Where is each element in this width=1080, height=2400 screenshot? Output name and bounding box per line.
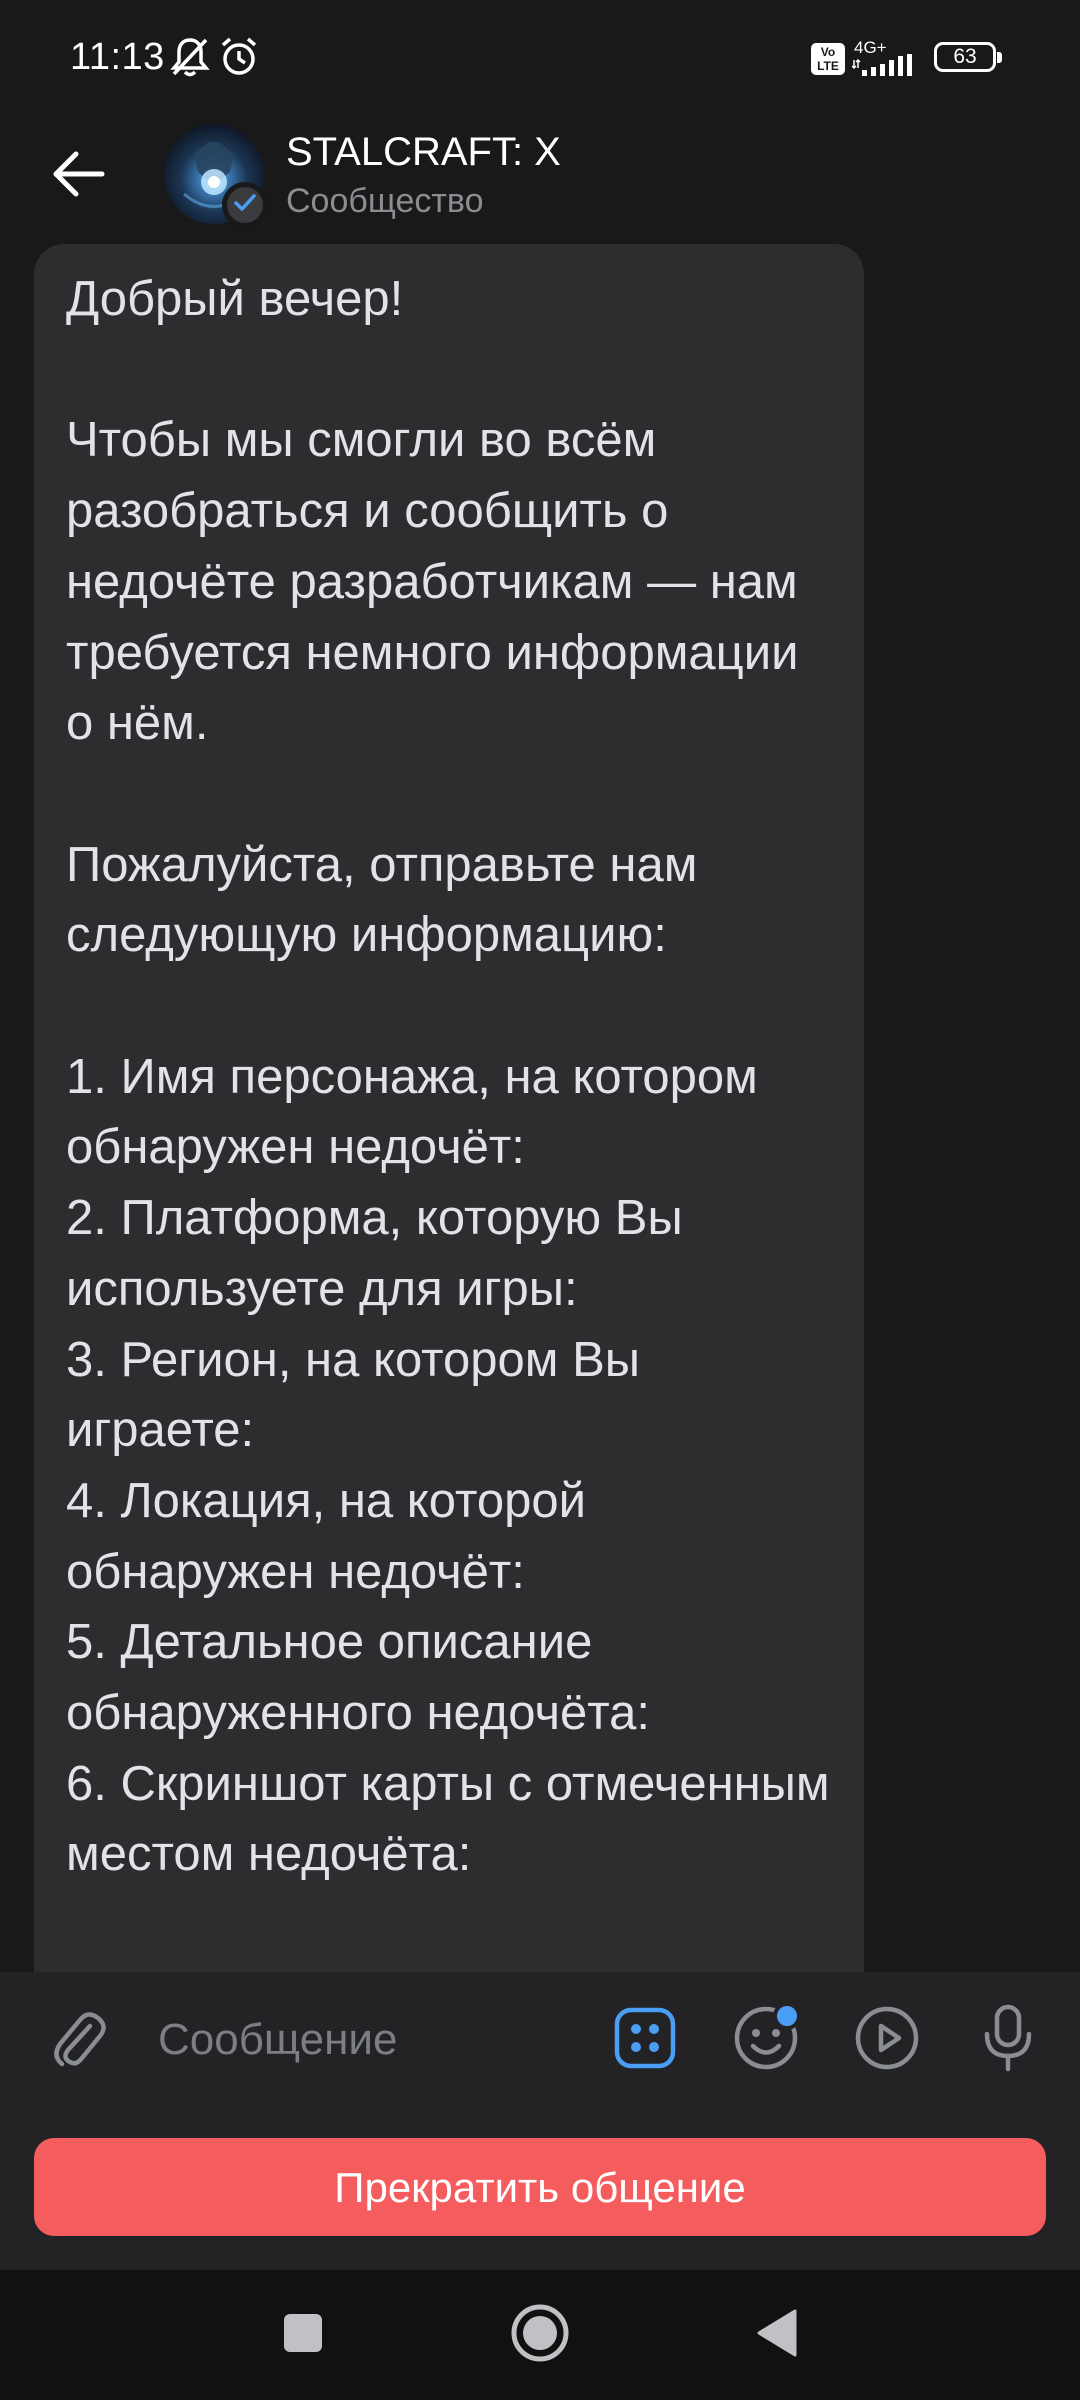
back-button[interactable] bbox=[40, 138, 116, 214]
back-arrow-icon bbox=[50, 150, 106, 203]
message-bubble[interactable]: Добрый вечер! Чтобы мы смогли во всём ра… bbox=[34, 244, 864, 1972]
video-message-button[interactable] bbox=[847, 2000, 927, 2080]
message-input[interactable]: Сообщение bbox=[158, 2004, 578, 2076]
svg-text:LTE: LTE bbox=[817, 59, 839, 73]
stop-chat-button[interactable]: Прекратить общение bbox=[34, 2138, 1046, 2236]
message-list[interactable]: Добрый вечер! Чтобы мы смогли во всём ра… bbox=[0, 244, 1080, 1972]
recents-button[interactable] bbox=[263, 2295, 343, 2375]
message-text: Добрый вечер! Чтобы мы смогли во всём ра… bbox=[66, 272, 830, 1882]
svg-text:Vo: Vo bbox=[821, 45, 835, 59]
back-nav-button[interactable] bbox=[737, 2295, 817, 2375]
message-composer: Сообщение bbox=[0, 1972, 1080, 2108]
chat-subtitle: Сообщество bbox=[286, 182, 484, 220]
verified-check-icon bbox=[232, 190, 258, 221]
voice-message-button[interactable] bbox=[968, 2000, 1048, 2080]
apps-button[interactable] bbox=[605, 2000, 685, 2080]
square-icon bbox=[282, 2312, 324, 2359]
signal-icon bbox=[851, 54, 922, 81]
chat-header: STALCRAFT: X Сообщество bbox=[0, 118, 1080, 244]
battery-icon: 63 bbox=[934, 42, 1002, 72]
status-bar: 11:13 Vo LTE 4G+ 63 bbox=[0, 0, 1080, 118]
apps-grid-icon bbox=[614, 2007, 676, 2074]
mute-bell-icon bbox=[170, 36, 210, 83]
home-button[interactable] bbox=[500, 2295, 580, 2375]
system-nav-bar bbox=[0, 2270, 1080, 2400]
paperclip-icon bbox=[48, 2006, 108, 2075]
circle-icon bbox=[510, 2303, 570, 2368]
triangle-back-icon bbox=[755, 2308, 799, 2363]
alarm-icon bbox=[218, 36, 260, 83]
chat-title[interactable]: STALCRAFT: X bbox=[286, 130, 561, 175]
screen: 11:13 Vo LTE 4G+ 63 STALCRAFT: X Сообщес… bbox=[0, 0, 1080, 2400]
attach-button[interactable] bbox=[38, 2000, 118, 2080]
volte-icon: Vo LTE bbox=[810, 42, 846, 81]
play-icon bbox=[854, 2005, 920, 2076]
stop-chat-area: Прекратить общение bbox=[0, 2108, 1080, 2270]
microphone-icon bbox=[982, 2004, 1034, 2077]
verified-badge bbox=[222, 182, 268, 228]
emoji-notification-dot bbox=[773, 2002, 801, 2030]
status-time: 11:13 bbox=[70, 36, 165, 78]
